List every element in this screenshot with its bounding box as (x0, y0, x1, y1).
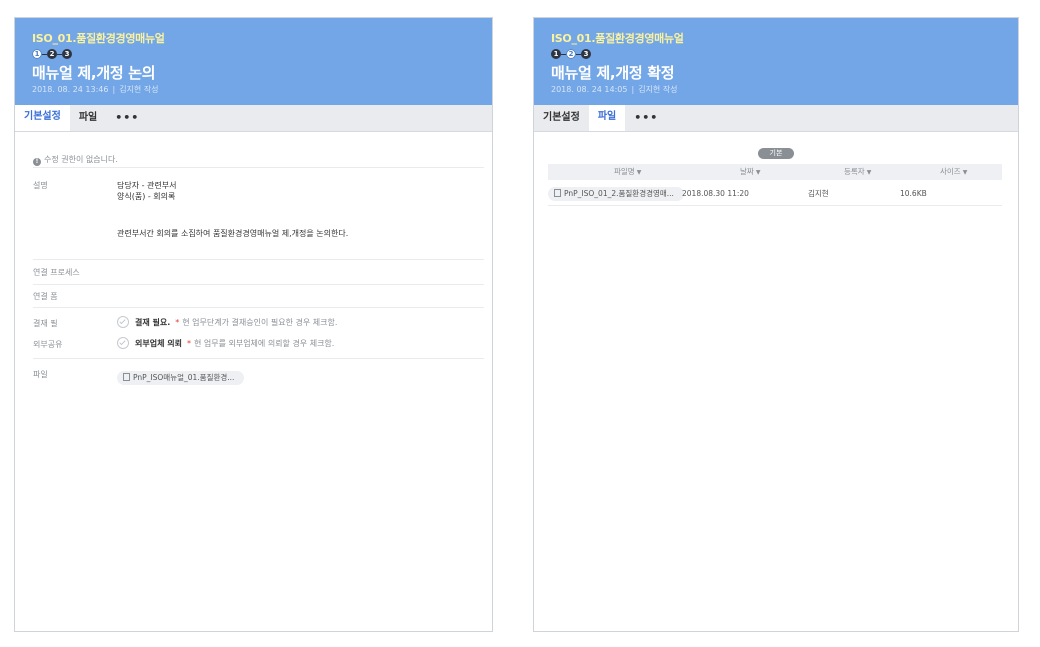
task-author: 김지현 작성 (119, 85, 159, 94)
external-share-note: 현 업무를 외부업체에 의뢰할 경우 체크함. (193, 339, 335, 348)
task-panel-confirm: ISO_01.품질환경경영매뉴얼 1 2 3 매뉴얼 제,개정 확정 2018.… (533, 17, 1019, 632)
external-share-check-label: 외부업체 의뢰 (135, 339, 182, 348)
sort-caret-icon: ▼ (962, 169, 968, 176)
step-3[interactable]: 3 (62, 49, 72, 59)
task-title: 매뉴얼 제,개정 논의 (32, 64, 156, 82)
tab-bar: 기본설정 파일 ••• (15, 104, 492, 132)
table-row[interactable]: PnP_ISO_01_2.품질환경경영매... 2018.08.30 11:20… (548, 182, 1002, 206)
meta-separator: | (112, 85, 116, 94)
permission-notice: ! 수정 권한이 없습니다. (33, 154, 484, 166)
description-line-3: 관련부서간 회의를 소집하여 품질환경경영매뉴얼 제,개정을 논의한다. (117, 229, 349, 238)
approval-checkbox[interactable] (117, 316, 129, 328)
column-header-filename[interactable]: 파일명 ▼ (614, 164, 641, 181)
step-3[interactable]: 3 (581, 49, 591, 59)
process-title[interactable]: ISO_01.품질환경경영매뉴얼 (551, 30, 684, 46)
process-title[interactable]: ISO_01.품질환경경영매뉴얼 (32, 30, 165, 46)
info-icon: ! (33, 158, 41, 166)
tab-files[interactable]: 파일 (70, 105, 106, 131)
column-label: 사이즈 (940, 167, 961, 176)
divider (33, 167, 484, 168)
meta-separator: | (631, 85, 635, 94)
external-share-label: 외부공유 (33, 340, 63, 349)
required-star: * (186, 339, 191, 348)
divider (33, 284, 484, 285)
step-2[interactable]: 2 (566, 49, 576, 59)
file-item[interactable]: PnP_ISO매뉴얼_01.품질환경... (117, 371, 245, 385)
notice-text: 수정 권한이 없습니다. (44, 155, 118, 164)
file-date-cell: 2018.08.30 11:20 (682, 189, 749, 198)
column-header-date[interactable]: 날짜 ▼ (740, 164, 760, 181)
external-share-checkbox[interactable] (117, 337, 129, 349)
column-label: 등록자 (844, 167, 865, 176)
task-meta: 2018. 08. 24 14:05 | 김지현 작성 (551, 84, 678, 95)
tab-basic-settings[interactable]: 기본설정 (15, 104, 70, 131)
task-meta: 2018. 08. 24 13:46 | 김지현 작성 (32, 84, 159, 95)
task-title: 매뉴얼 제,개정 확정 (551, 64, 675, 82)
sort-caret-icon: ▼ (636, 169, 642, 176)
file-name-cell[interactable]: PnP_ISO_01_2.품질환경경영매... (548, 182, 684, 205)
file-icon (554, 189, 561, 197)
required-star: * (175, 318, 180, 327)
column-label: 날짜 (740, 167, 754, 176)
file-table-header: 파일명 ▼ 날짜 ▼ 등록자 ▼ 사이즈 ▼ (548, 164, 1002, 180)
divider (33, 358, 484, 359)
task-date: 2018. 08. 24 14:05 (551, 85, 628, 94)
task-header: ISO_01.품질환경경영매뉴얼 1 2 3 매뉴얼 제,개정 확정 2018.… (534, 18, 1018, 105)
step-indicator: 1 2 3 (32, 48, 72, 60)
linked-form-label: 연결 폼 (33, 292, 58, 301)
external-share-option[interactable]: 외부업체 의뢰 * 현 업무를 외부업체에 의뢰할 경우 체크함. (117, 337, 334, 349)
approval-option[interactable]: 결재 필요. * 현 업무단계가 결재승인이 필요한 경우 체크함. (117, 316, 337, 328)
step-2[interactable]: 2 (47, 49, 57, 59)
external-share-row: 외부공유 외부업체 의뢰 * 현 업무를 외부업체에 의뢰할 경우 체크함. (33, 337, 484, 351)
divider (33, 259, 484, 260)
column-header-size[interactable]: 사이즈 ▼ (940, 164, 967, 181)
step-1[interactable]: 1 (551, 49, 561, 59)
file-name: PnP_ISO매뉴얼_01.품질환경... (133, 373, 235, 382)
task-header: ISO_01.품질환경경영매뉴얼 1 2 3 매뉴얼 제,개정 논의 2018.… (15, 18, 492, 105)
task-date: 2018. 08. 24 13:46 (32, 85, 109, 94)
sort-caret-icon: ▼ (866, 169, 872, 176)
task-author: 김지현 작성 (638, 85, 678, 94)
tab-basic-settings[interactable]: 기본설정 (534, 105, 589, 131)
file-group-badge[interactable]: 기본 (758, 148, 794, 159)
tab-more[interactable]: ••• (106, 105, 148, 131)
description-line-1: 담당자 - 관련부서 (117, 181, 177, 190)
file-chip[interactable]: PnP_ISO매뉴얼_01.품질환경... (117, 371, 245, 385)
column-header-registrant[interactable]: 등록자 ▼ (844, 164, 871, 181)
step-indicator: 1 2 3 (551, 48, 591, 60)
description-label: 설명 (33, 181, 48, 190)
description-row: 설명 담당자 - 관련부서 양식(품) - 회의록 관련부서간 회의를 소집하여… (33, 180, 484, 270)
file-registrant-cell: 김지현 (808, 189, 829, 198)
approval-check-label: 결재 필요. (135, 318, 171, 327)
file-chip[interactable]: PnP_ISO_01_2.품질환경경영매... (548, 187, 684, 201)
column-label: 파일명 (614, 167, 635, 176)
task-panel-discussion: ISO_01.품질환경경영매뉴얼 1 2 3 매뉴얼 제,개정 논의 2018.… (14, 17, 493, 632)
file-size-cell: 10.6KB (900, 189, 927, 198)
approval-note: 현 업무단계가 결재승인이 필요한 경우 체크함. (182, 318, 338, 327)
step-1[interactable]: 1 (32, 49, 42, 59)
divider (33, 307, 484, 308)
file-icon (123, 373, 130, 381)
approval-row: 결재 필 결재 필요. * 현 업무단계가 결재승인이 필요한 경우 체크함. (33, 316, 484, 330)
description-line-2: 양식(품) - 회의록 (117, 192, 176, 201)
approval-label: 결재 필 (33, 319, 58, 328)
sort-caret-icon: ▼ (755, 169, 761, 176)
file-name: PnP_ISO_01_2.품질환경경영매... (564, 189, 674, 198)
file-label: 파일 (33, 370, 48, 379)
tab-bar: 기본설정 파일 ••• (534, 104, 1018, 132)
linked-process-label: 연결 프로세스 (33, 268, 80, 277)
file-row: 파일 PnP_ISO매뉴얼_01.품질환경... (33, 369, 484, 385)
tab-more[interactable]: ••• (625, 105, 667, 131)
tab-files[interactable]: 파일 (588, 104, 626, 131)
